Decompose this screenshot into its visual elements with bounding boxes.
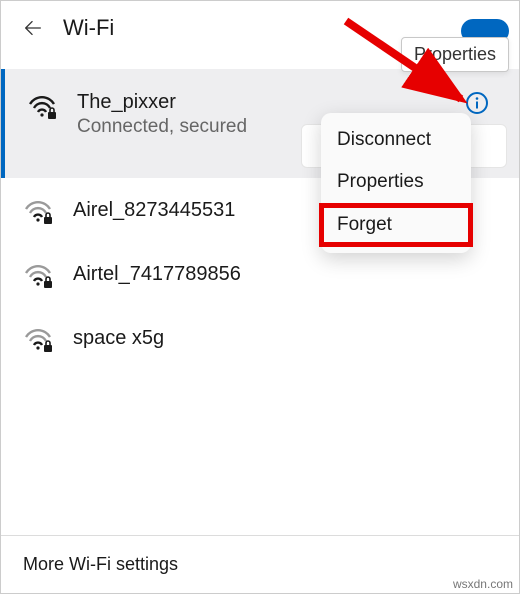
menu-forget[interactable]: Forget [319, 203, 473, 247]
info-tooltip: Properties [401, 37, 509, 72]
network-name: Airtel_7417789856 [73, 263, 241, 286]
network-name: space x5g [73, 327, 164, 350]
more-settings-link[interactable]: More Wi-Fi settings [1, 535, 519, 593]
info-icon[interactable] [465, 91, 489, 115]
network-status: Connected, secured [77, 116, 247, 138]
wifi-secured-icon [23, 264, 53, 288]
watermark: wsxdn.com [453, 577, 513, 591]
menu-disconnect[interactable]: Disconnect [321, 119, 471, 161]
page-title: Wi-Fi [63, 15, 114, 41]
network-item[interactable]: space x5g [1, 306, 519, 370]
wifi-secured-icon [23, 200, 53, 224]
network-name: Airel_8273445531 [73, 199, 235, 222]
menu-properties[interactable]: Properties [321, 161, 471, 203]
wifi-secured-icon [23, 328, 53, 352]
network-name: The_pixxer [77, 91, 247, 114]
context-menu: Disconnect Properties Forget [321, 113, 471, 253]
network-text: The_pixxer Connected, secured [77, 91, 247, 138]
back-icon[interactable] [21, 16, 45, 40]
wifi-secured-icon [27, 95, 57, 119]
